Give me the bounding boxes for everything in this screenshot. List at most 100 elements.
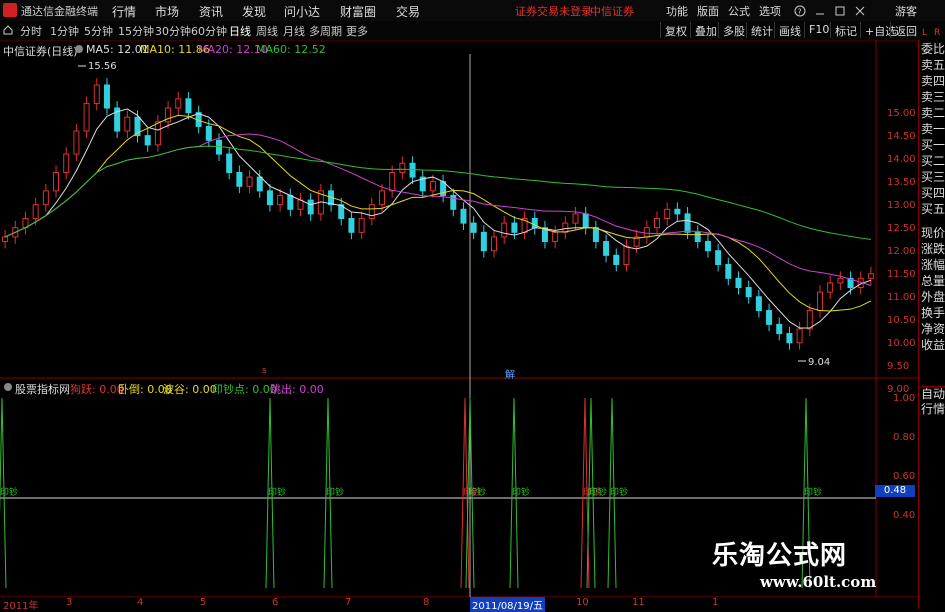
candle-body	[562, 222, 569, 233]
period-more[interactable]: 更多	[346, 23, 368, 39]
tool-fanhui[interactable]: 返回	[890, 22, 921, 38]
candle-body	[93, 84, 100, 104]
tool-fuquan[interactable]: 复权	[660, 22, 691, 38]
date-tick: 5	[200, 597, 207, 608]
candle-body	[307, 199, 314, 215]
period-5min[interactable]: 5分钟	[84, 23, 113, 39]
price-tick: 9.50	[887, 361, 910, 372]
ma5-line	[4, 108, 872, 329]
menu-zixun[interactable]: 资讯	[199, 3, 223, 20]
candle-body	[32, 204, 39, 220]
candle-body	[460, 208, 467, 224]
menu-faxian[interactable]: 发现	[242, 3, 266, 20]
minimize-icon[interactable]	[814, 5, 826, 17]
candle-body	[378, 190, 385, 206]
candle-body	[236, 171, 243, 187]
tool-biaoji[interactable]: 标记	[830, 22, 861, 38]
candle-body	[684, 213, 691, 233]
period-60min[interactable]: 60分钟	[191, 23, 227, 39]
panel-auto[interactable]: 自动	[921, 386, 945, 402]
menu-xuanxiang[interactable]: 选项	[759, 3, 781, 19]
marker-s: s	[262, 366, 267, 376]
panel-quote[interactable]: 行情	[921, 402, 945, 417]
period-15min[interactable]: 15分钟	[118, 23, 154, 39]
tool-f10[interactable]: F10	[804, 22, 833, 38]
candle-body	[205, 125, 212, 141]
indicator-field-tiaochu: 跳出: 0.00	[270, 383, 324, 396]
ma60-line	[4, 145, 871, 240]
candle-body	[603, 241, 610, 256]
indicator-name[interactable]: 股票指标网	[15, 381, 70, 397]
indicator-tick: 0.80	[893, 432, 916, 443]
price-tick: 11.50	[887, 269, 916, 280]
candle-body	[124, 116, 131, 132]
candle-body	[664, 208, 671, 219]
panel-weibi: 委比	[921, 42, 945, 56]
date-cursor: 2011/08/19/五	[470, 597, 546, 612]
candle-body	[766, 310, 773, 325]
menu-shichang[interactable]: 市场	[155, 3, 179, 20]
panel-sell2: 卖二	[921, 106, 945, 120]
candle-body	[776, 323, 783, 335]
panel-turnover: 换手	[921, 306, 945, 320]
menu-caifuquan[interactable]: 财富圈	[340, 3, 376, 20]
period-1min[interactable]: 1分钟	[50, 23, 79, 39]
menu-wenxiaoda[interactable]: 问小达	[284, 3, 320, 20]
candle-body	[531, 218, 538, 229]
candle-body	[704, 241, 711, 252]
close-icon[interactable]	[854, 5, 866, 17]
user-label[interactable]: 游客	[895, 3, 917, 19]
menu-bar: 通达信金融终端 行情 市场 资讯 发现 问小达 财富圈 交易 证券交易未登录 中…	[0, 0, 945, 22]
period-daily[interactable]: 日线	[229, 23, 251, 39]
price-tick: 14.00	[887, 154, 916, 165]
candle-body	[470, 222, 477, 233]
tool-duogu[interactable]: 多股	[718, 22, 749, 38]
menu-jiaoyi[interactable]: 交易	[396, 3, 420, 20]
indicator-tick: 1.00	[893, 393, 916, 404]
price-tick: 10.50	[887, 315, 916, 326]
tool-diejia[interactable]: 叠加	[690, 22, 721, 38]
panel-buy1: 买一	[921, 138, 945, 152]
candle-body	[429, 181, 436, 192]
home-icon[interactable]	[3, 25, 13, 35]
broker-name[interactable]: 中信证券	[590, 3, 634, 19]
indicator-spike-label: 印钞	[268, 486, 286, 498]
candle-body	[277, 194, 284, 206]
menu-banmian[interactable]: 版面	[697, 3, 719, 19]
indicator-spike-label: 印钞	[804, 486, 822, 498]
panel-mark-r: R	[934, 28, 941, 38]
candle-body	[867, 273, 874, 279]
date-tick: 2011年	[3, 601, 39, 612]
login-status[interactable]: 证券交易未登录	[515, 3, 592, 19]
period-fenshi[interactable]: 分时	[20, 23, 42, 39]
menu-gongshi[interactable]: 公式	[728, 3, 750, 19]
period-30min[interactable]: 30分钟	[155, 23, 191, 39]
indicator-spike-label: 印钞	[326, 486, 344, 498]
menu-hangqing[interactable]: 行情	[112, 3, 136, 20]
panel-buy3: 买三	[921, 170, 945, 184]
candle-body	[154, 121, 161, 146]
help-icon[interactable]: ?	[794, 5, 806, 17]
candle-body	[185, 98, 192, 114]
marker-jie[interactable]: 解	[505, 366, 515, 381]
kline-chart[interactable]: 印钞 印钞 印钞 印钞印钞 印钞 印钞印钞 印钞 印钞	[0, 40, 918, 597]
period-monthly[interactable]: 月线	[283, 23, 305, 39]
period-weekly[interactable]: 周线	[256, 23, 278, 39]
date-tick: 8	[423, 597, 430, 608]
candle-body	[725, 264, 732, 279]
tool-tongji[interactable]: 统计	[746, 22, 777, 38]
maximize-icon[interactable]	[834, 5, 846, 17]
period-multi[interactable]: 多周期	[309, 23, 342, 39]
candle-body	[368, 204, 375, 220]
candle-body	[745, 287, 752, 298]
candle-body	[694, 231, 701, 243]
candle-body	[613, 254, 620, 266]
tool-huaxian[interactable]: 画线	[774, 22, 805, 38]
candle-body	[511, 222, 518, 233]
indicator-settings-icon[interactable]	[3, 382, 13, 392]
candle-body	[806, 310, 813, 330]
panel-volume: 总量	[921, 274, 945, 288]
panel-eps: 收益	[921, 338, 945, 352]
menu-gongneng[interactable]: 功能	[666, 3, 688, 19]
watermark-logo: 乐淘公式网 www.60lt.com	[712, 535, 902, 605]
